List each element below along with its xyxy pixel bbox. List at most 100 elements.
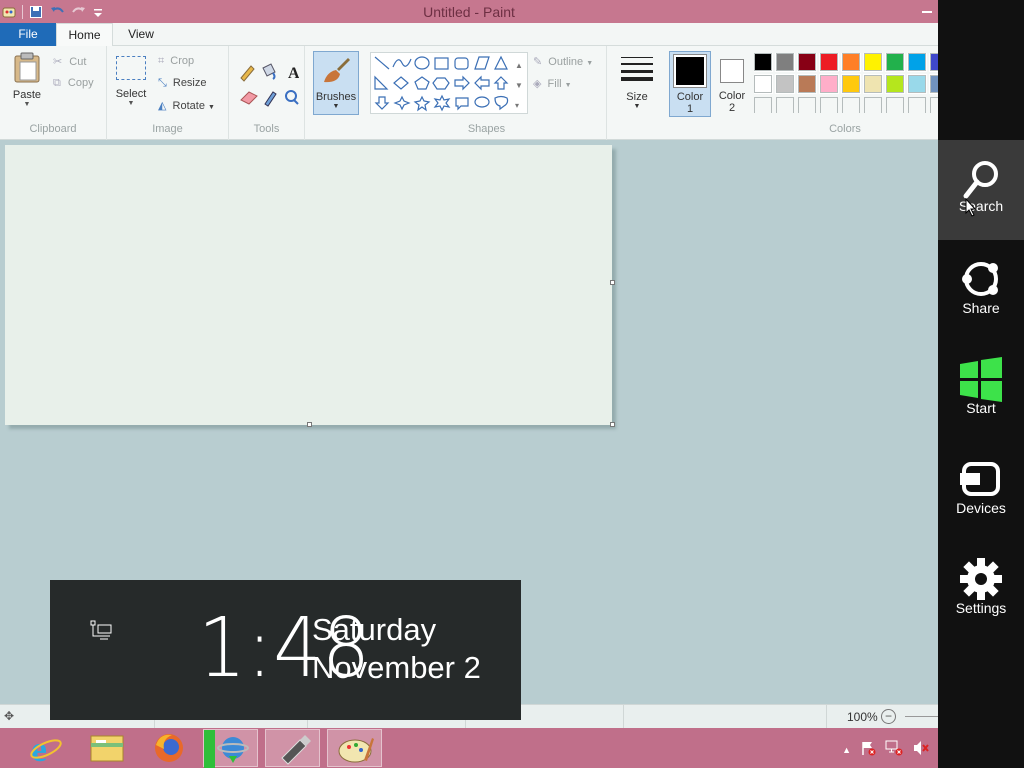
zoom-slider[interactable]: [905, 716, 938, 717]
taskbar-internet-explorer[interactable]: e: [19, 729, 74, 768]
color-swatch[interactable]: [842, 97, 860, 113]
color-swatch[interactable]: [863, 53, 883, 72]
canvas-resize-handle-bottom[interactable]: [307, 422, 312, 427]
color-swatch[interactable]: [908, 97, 926, 113]
charm-search-label: Search: [958, 198, 1004, 214]
size-label: Size: [626, 91, 648, 103]
color-swatch[interactable]: [841, 53, 861, 72]
drawing-canvas[interactable]: [5, 145, 615, 427]
color-swatch[interactable]: [776, 97, 794, 113]
resize-button[interactable]: ⤡ Resize: [158, 77, 207, 90]
zoom-level: 100%: [847, 710, 878, 724]
color-swatch[interactable]: [775, 53, 795, 72]
color2-number: 2: [728, 102, 736, 114]
paint-icon: [338, 738, 374, 763]
rotate-icon: ◭: [158, 100, 167, 112]
pencil-icon[interactable]: [240, 65, 255, 82]
brushes-button[interactable]: Brushes ▼: [313, 51, 359, 115]
minimize-button[interactable]: [918, 0, 938, 22]
canvas-resize-handle-corner[interactable]: [610, 422, 615, 427]
color-swatch[interactable]: [775, 74, 795, 94]
color-swatch[interactable]: [798, 97, 816, 113]
taskbar-download-manager[interactable]: [203, 729, 258, 768]
color-swatch[interactable]: [863, 74, 883, 94]
color1-button[interactable]: Color 1: [669, 51, 711, 117]
color-swatch[interactable]: [907, 74, 927, 94]
settings-icon: [960, 558, 1002, 600]
outline-button[interactable]: ✎ Outline ▼: [533, 55, 593, 68]
magnifier-icon[interactable]: [285, 90, 299, 105]
charm-share[interactable]: Share: [938, 240, 1024, 340]
shapes-group: ▲ ▼ ▾ ✎ Outline ▼ ◈ Fill ▼ Shapes: [367, 46, 607, 140]
color-swatch[interactable]: [929, 74, 938, 94]
paste-button[interactable]: Paste ▼: [8, 52, 46, 108]
title-bar: Untitled - Paint: [0, 0, 938, 23]
tools-group: A Tools: [229, 46, 305, 140]
show-hidden-icons-icon[interactable]: ▲: [842, 745, 851, 755]
color-swatch[interactable]: [885, 53, 905, 72]
color-swatch[interactable]: [929, 53, 938, 72]
copy-button[interactable]: ⧉ Copy: [53, 77, 94, 90]
taskbar-file-explorer[interactable]: [80, 729, 135, 767]
shapes-gallery[interactable]: [370, 52, 528, 114]
taskbar-paint[interactable]: [327, 729, 382, 767]
network-icon: [90, 620, 112, 640]
eraser-icon[interactable]: [240, 91, 258, 105]
charm-settings[interactable]: Settings: [938, 540, 1024, 640]
color-swatch[interactable]: [820, 97, 838, 113]
color-swatch[interactable]: [797, 74, 817, 94]
color2-button[interactable]: Color 2: [712, 51, 752, 117]
internet-explorer-icon: e: [30, 729, 62, 768]
crop-button[interactable]: ⌗ Crop: [158, 55, 194, 68]
size-group: Size ▼: [607, 46, 667, 140]
rotate-button[interactable]: ◭ Rotate ▼: [158, 99, 215, 112]
color-swatch[interactable]: [885, 74, 905, 94]
taskbar-firefox[interactable]: [142, 729, 197, 767]
size-button[interactable]: Size ▼: [619, 54, 655, 110]
color-swatch[interactable]: [819, 74, 839, 94]
outline-label: Outline: [548, 56, 584, 68]
system-tray: ▲: [842, 740, 930, 759]
copy-label: Copy: [67, 77, 94, 89]
color-swatch[interactable]: [754, 74, 773, 94]
ribbon-tab-bar: File Home View: [0, 23, 938, 47]
canvas-resize-handle-right[interactable]: [610, 280, 615, 285]
charm-start[interactable]: Start: [938, 340, 1024, 440]
fill-label: Fill: [547, 78, 562, 90]
charm-devices[interactable]: Devices: [938, 440, 1024, 540]
network-tray-icon[interactable]: [885, 740, 903, 759]
paste-dropdown-icon: ▼: [23, 101, 31, 108]
outline-dropdown-icon: ▼: [586, 60, 594, 67]
taskbar-usb-drive[interactable]: [265, 729, 320, 767]
tab-file[interactable]: File: [0, 23, 56, 46]
tab-view[interactable]: View: [114, 23, 168, 46]
zoom-out-button[interactable]: −: [881, 709, 896, 724]
text-icon[interactable]: A: [288, 65, 299, 82]
color-swatch[interactable]: [886, 97, 904, 113]
download-manager-icon: [204, 730, 249, 768]
color-swatch[interactable]: [754, 53, 773, 72]
cut-button[interactable]: ✂ Cut: [53, 55, 86, 68]
color-swatch[interactable]: [819, 53, 839, 72]
color-swatch[interactable]: [797, 53, 817, 72]
color-swatch[interactable]: [864, 97, 882, 113]
tab-home[interactable]: Home: [56, 23, 113, 47]
charm-search[interactable]: Search: [938, 140, 1024, 240]
tools-grid: A: [240, 63, 299, 107]
color-swatch[interactable]: [907, 53, 927, 72]
charms-bar: Search Share Start Devices Settings: [938, 0, 1024, 768]
select-dropdown-icon: ▼: [127, 100, 135, 107]
volume-muted-icon[interactable]: [912, 740, 930, 759]
fill-button[interactable]: ◈ Fill ▼: [533, 77, 572, 90]
clock-overlay: 1:48 Saturday November 2: [50, 580, 521, 720]
color-swatch[interactable]: [841, 74, 861, 94]
action-center-flag-icon[interactable]: [860, 740, 876, 759]
mouse-cursor-icon: [965, 198, 977, 217]
shapes-scroll[interactable]: ▲ ▼ ▾: [515, 56, 523, 116]
color-swatch[interactable]: [754, 97, 772, 113]
select-button[interactable]: Select ▼: [115, 56, 147, 107]
fill-bucket-icon[interactable]: [262, 63, 276, 80]
color-picker-icon[interactable]: [264, 91, 277, 107]
charm-devices-label: Devices: [956, 500, 1006, 516]
color-swatch[interactable]: [930, 97, 938, 113]
